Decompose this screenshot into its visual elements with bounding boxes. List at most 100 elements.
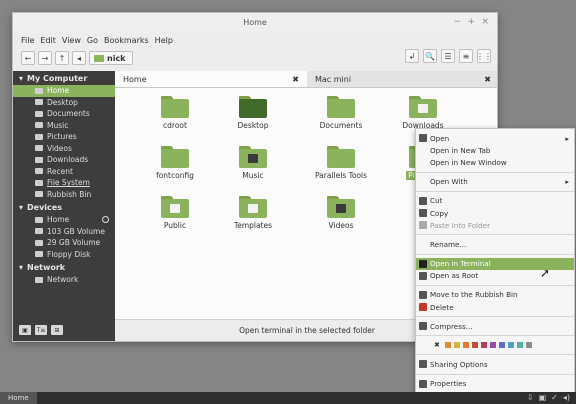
sidebar-item-downloads[interactable]: Downloads: [13, 154, 115, 166]
forward-button[interactable]: →: [38, 51, 52, 65]
sidebar-section-network[interactable]: ▾ Network: [13, 260, 115, 274]
close-button[interactable]: ×: [481, 17, 489, 27]
minimize-button[interactable]: −: [453, 17, 461, 27]
tab-close-icon[interactable]: ✖: [484, 75, 491, 84]
color-swatch[interactable]: [471, 342, 478, 349]
download-icon[interactable]: ⇩: [527, 393, 534, 402]
sidebar-item-music[interactable]: Music: [13, 120, 115, 132]
breadcrumb-label: nick: [107, 53, 126, 63]
sidebar-item-floppy-disk[interactable]: Floppy Disk: [13, 249, 115, 261]
volume-icon[interactable]: ◂): [563, 393, 570, 402]
folder-item[interactable]: Documents: [309, 96, 373, 130]
sidebar-item-videos[interactable]: Videos: [13, 143, 115, 155]
menu-item-open-new-window[interactable]: Open in New Window: [416, 156, 574, 168]
maximize-button[interactable]: +: [467, 17, 475, 27]
sidebar-item-documents[interactable]: Documents: [13, 108, 115, 120]
sidebar-item-desktop[interactable]: Desktop: [13, 97, 115, 109]
folder-item[interactable]: Templates: [221, 196, 285, 230]
menu-item-open-new-tab[interactable]: Open in New Tab: [416, 144, 574, 156]
color-swatch[interactable]: [498, 342, 505, 349]
menu-view[interactable]: View: [62, 36, 81, 45]
color-swatch[interactable]: [516, 342, 523, 349]
search-button[interactable]: 🔍: [423, 49, 437, 63]
menu-item-move-to-rubbish-bin[interactable]: Move to the Rubbish Bin: [416, 289, 574, 301]
menu-item-label: Properties: [430, 379, 467, 389]
color-swatch[interactable]: [453, 342, 460, 349]
menu-item-open-with[interactable]: Open With ▸: [416, 176, 574, 188]
delete-icon: [419, 303, 427, 312]
menu-item-open-as-root[interactable]: Open as Root: [416, 270, 574, 282]
taskbar-home-button[interactable]: Home: [0, 392, 37, 404]
section-title: Devices: [27, 202, 62, 212]
color-swatch[interactable]: [507, 342, 514, 349]
folder-item[interactable]: cdroot: [143, 96, 207, 130]
sidebar-item-pictures[interactable]: Pictures: [13, 131, 115, 143]
color-swatch[interactable]: [444, 342, 451, 349]
menu-file[interactable]: File: [21, 36, 34, 45]
up-button[interactable]: ↑: [55, 51, 69, 65]
folder-item[interactable]: Desktop: [221, 96, 285, 130]
color-swatch[interactable]: [480, 342, 487, 349]
folder-item[interactable]: Public: [143, 196, 207, 230]
menu-item-open[interactable]: Open ▸: [416, 132, 574, 144]
sidebar-item-103gb-volume[interactable]: 103 GB Volume: [13, 226, 115, 238]
sidebar-item-recent[interactable]: Recent: [13, 166, 115, 178]
copy-icon: [419, 208, 427, 217]
places-view-button[interactable]: ▣: [19, 325, 31, 335]
menu-item-open-in-terminal[interactable]: Open in Terminal: [416, 257, 574, 270]
sidebar-section-my-computer[interactable]: ▾ My Computer: [13, 71, 115, 85]
menu-edit[interactable]: Edit: [40, 36, 56, 45]
paste-icon: [419, 221, 427, 230]
menu-bookmarks[interactable]: Bookmarks: [104, 36, 149, 45]
menu-item-paste-into-folder[interactable]: Paste Into Folder: [416, 219, 574, 231]
menu-go[interactable]: Go: [87, 36, 98, 45]
check-icon[interactable]: ✓: [551, 393, 558, 402]
sidebar-item-29gb-volume[interactable]: 29 GB Volume: [13, 237, 115, 249]
sidebar-item-home[interactable]: Home: [13, 85, 115, 97]
sidebar-item-device-home[interactable]: Home: [13, 214, 115, 226]
menu-item-label: Copy: [430, 208, 449, 218]
compact-view-button[interactable]: ⋮⋮: [476, 49, 492, 63]
clear-color-icon[interactable]: ✖: [434, 341, 440, 349]
hide-sidebar-button[interactable]: ⊞: [51, 325, 63, 335]
toggle-location-button[interactable]: ◂: [72, 51, 86, 65]
tab-mac-mini[interactable]: Mac mini ✖: [307, 71, 497, 88]
eject-icon[interactable]: [102, 216, 109, 223]
menu-item-label: Delete: [430, 302, 454, 312]
menu-item-properties[interactable]: Properties: [416, 378, 574, 390]
folder-item[interactable]: Parallels Tools: [309, 146, 373, 180]
back-button[interactable]: ←: [21, 51, 35, 65]
sidebar-item-label: File System: [47, 178, 90, 188]
menu-item-cut[interactable]: Cut: [416, 195, 574, 207]
menu-item-copy[interactable]: Copy: [416, 207, 574, 219]
open-terminal-button[interactable]: ↲: [405, 49, 419, 63]
menu-help[interactable]: Help: [155, 36, 173, 45]
menu-item-sharing-options[interactable]: Sharing Options: [416, 358, 574, 370]
sidebar: ▾ My Computer Home Desktop Documents Musi…: [13, 71, 115, 341]
color-swatch[interactable]: [462, 342, 469, 349]
list-view-button[interactable]: ≡: [459, 49, 473, 63]
sidebar-item-network[interactable]: Network: [13, 274, 115, 286]
music-icon: [35, 122, 43, 129]
folder-item[interactable]: Videos: [309, 196, 373, 230]
sidebar-item-rubbish-bin[interactable]: Rubbish Bin: [13, 189, 115, 201]
window-icon[interactable]: ▣: [539, 393, 547, 402]
tab-close-icon[interactable]: ✖: [292, 75, 299, 84]
tab-home[interactable]: Home ✖: [115, 71, 307, 88]
color-swatch[interactable]: [489, 342, 496, 349]
home-icon: [35, 87, 43, 94]
menu-item-rename[interactable]: Rename...: [416, 238, 574, 250]
folder-item[interactable]: Music: [221, 146, 285, 180]
icon-view-button[interactable]: ☰: [441, 49, 455, 63]
folder-item[interactable]: Downloads: [391, 96, 455, 130]
breadcrumb-home[interactable]: nick: [89, 51, 133, 65]
menu-item-compress[interactable]: Compress...: [416, 320, 574, 332]
sidebar-item-file-system[interactable]: File System: [13, 177, 115, 189]
titlebar: Home − + ×: [13, 13, 497, 33]
tree-view-button[interactable]: T≡: [35, 325, 47, 335]
folder-item[interactable]: fontconfig: [143, 146, 207, 180]
sidebar-section-devices[interactable]: ▾ Devices: [13, 200, 115, 214]
menu-item-delete[interactable]: Delete: [416, 301, 574, 313]
color-swatch[interactable]: [525, 342, 532, 349]
chevron-down-icon: ▾: [19, 73, 24, 83]
